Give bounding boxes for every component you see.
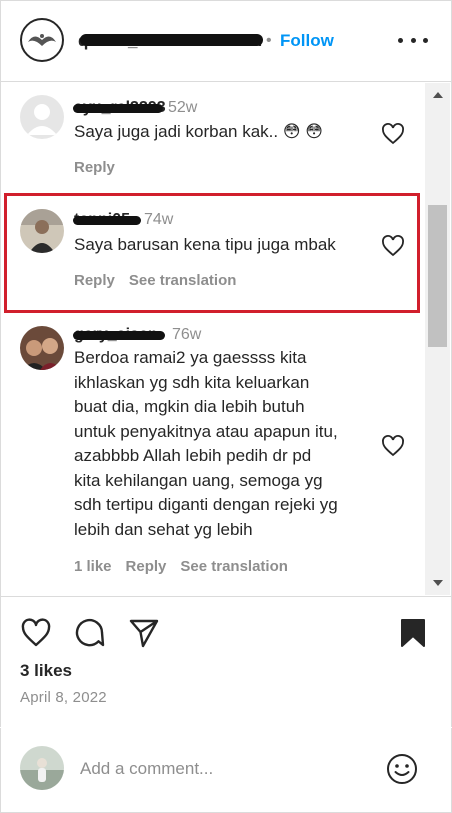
comment-text: Berdoa ramai2 ya gaessss kita ikhlaskan … — [74, 346, 374, 542]
divider — [0, 727, 452, 728]
separator-dot: • — [266, 32, 272, 49]
account-avatar[interactable] — [20, 18, 64, 62]
comments-list[interactable]: ayu_rel3393 52w Saya juga jadi korban ka… — [0, 83, 424, 595]
more-options-button[interactable] — [398, 28, 428, 52]
username-redaction — [73, 104, 163, 113]
post-header: queen_butik.collection • Follow — [0, 0, 452, 82]
comment-bubble-icon[interactable] — [74, 617, 106, 649]
comment-item: gery_aisen 76w Berdoa ramai2 ya gaessss … — [0, 318, 424, 588]
paper-plane-icon[interactable] — [128, 617, 160, 649]
commenter-avatar[interactable] — [20, 95, 64, 139]
comment-input[interactable] — [80, 756, 370, 782]
comment-text-line: ikhlaskan yg sdh kita keluarkan — [74, 372, 310, 392]
comment-item: ayu_rel3393 52w Saya juga jadi korban ka… — [0, 83, 424, 188]
comment-text: Saya juga jadi korban kak.. 😳 😳 — [74, 122, 324, 141]
comment-time[interactable]: 76w — [172, 326, 201, 344]
heart-icon[interactable] — [381, 122, 405, 146]
comment-text-line: Berdoa ramai2 ya gaessss kita — [74, 348, 307, 367]
see-translation-button[interactable]: See translation — [180, 558, 288, 575]
comment-text-line: lebih dan sehat yg lebih — [74, 519, 253, 539]
follow-button[interactable]: Follow — [280, 31, 334, 51]
highlight-annotation — [4, 193, 420, 313]
comment-time[interactable]: 52w — [168, 99, 197, 117]
current-user-avatar — [20, 746, 64, 790]
scroll-up-button[interactable] — [425, 85, 450, 105]
username-redaction — [73, 331, 165, 340]
reply-button[interactable]: Reply — [126, 558, 167, 575]
comment-text-line: azabbbb Allah lebih pedih dr pd — [74, 446, 312, 465]
arrow-up-icon — [432, 92, 443, 98]
scroll-down-button[interactable] — [425, 573, 450, 593]
divider — [0, 596, 452, 597]
smiley-icon[interactable] — [385, 752, 419, 786]
heart-icon[interactable] — [20, 617, 52, 649]
comments-scrollbar[interactable] — [425, 83, 450, 595]
post-date: April 8, 2022 — [20, 689, 107, 706]
commenter-avatar[interactable] — [20, 326, 64, 370]
heart-icon[interactable] — [381, 434, 405, 458]
comment-text-line: sdh tertipu diganti dengan rejeki yg — [74, 495, 338, 514]
more-dots-icon — [398, 37, 403, 43]
reply-button[interactable]: Reply — [74, 159, 115, 176]
arrow-down-icon — [432, 580, 443, 586]
scrollbar-thumb[interactable] — [428, 205, 447, 347]
comment-text-line: kita kehilangan uang, semoga yg — [74, 470, 323, 490]
comment-actions: 1 like Reply See translation — [74, 558, 302, 575]
bookmark-filled-icon[interactable] — [397, 617, 429, 649]
comment-text-line: buat dia, mgkin dia lebih butuh — [74, 397, 305, 416]
comment-actions: Reply — [74, 159, 129, 176]
comment-text-line: untuk penyakitnya atau apapun itu, — [74, 421, 338, 441]
username-redaction — [80, 34, 263, 46]
logo-icon — [28, 34, 56, 46]
likes-count[interactable]: 3 likes — [20, 661, 72, 681]
likes-count-button[interactable]: 1 like — [74, 558, 112, 575]
